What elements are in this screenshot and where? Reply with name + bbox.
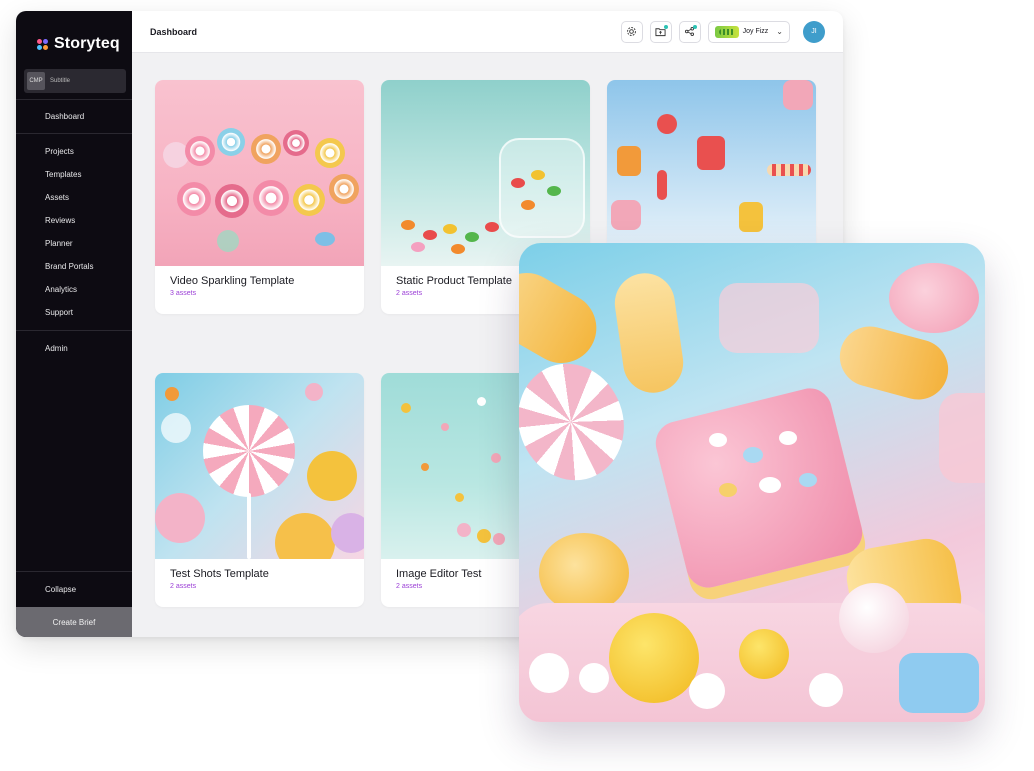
logo-text: Storyteq <box>54 35 120 52</box>
logo-mark-icon <box>37 38 48 50</box>
nav-admin: Admin <box>16 337 132 360</box>
brand-name: Joy Fizz <box>742 28 769 35</box>
workspace-label: Subtitle <box>50 78 71 84</box>
template-card[interactable]: Test Shots Template 2 assets <box>155 373 364 607</box>
hero-candy-image <box>519 243 985 722</box>
template-card[interactable]: Video Sparkling Template 3 assets <box>155 80 364 314</box>
card-asset-count: 3 assets <box>170 290 197 297</box>
nav-main: Projects Templates Assets Reviews Planne… <box>16 140 132 324</box>
sidebar-item-support[interactable]: Support <box>16 301 132 324</box>
workspace-badge: CMP <box>27 72 45 90</box>
card-thumbnail <box>155 80 364 266</box>
sidebar-item-admin[interactable]: Admin <box>16 337 132 360</box>
stage: Storyteq CMP Subtitle Dashboard Projects… <box>0 0 1034 771</box>
sidebar-item-planner[interactable]: Planner <box>16 232 132 255</box>
card-thumbnail <box>607 80 816 266</box>
sidebar-item-templates[interactable]: Templates <box>16 163 132 186</box>
divider <box>16 133 132 134</box>
divider <box>16 330 132 331</box>
sidebar-item-reviews[interactable]: Reviews <box>16 209 132 232</box>
brand-selector[interactable]: Joy Fizz ⌄ <box>707 20 790 43</box>
brand-logo-icon <box>714 25 739 38</box>
sidebar-item-brand-portals[interactable]: Brand Portals <box>16 255 132 278</box>
settings-icon <box>627 27 637 36</box>
sidebar-item-dashboard[interactable]: Dashboard <box>16 105 132 128</box>
divider <box>16 99 132 100</box>
page-title: Dashboard <box>150 26 198 37</box>
sidebar: Storyteq CMP Subtitle Dashboard Projects… <box>16 11 132 637</box>
create-brief-button[interactable]: Create Brief <box>16 607 132 637</box>
sidebar-item-analytics[interactable]: Analytics <box>16 278 132 301</box>
sidebar-item-assets[interactable]: Assets <box>16 186 132 209</box>
folder-upload-button[interactable] <box>649 20 672 43</box>
card-title: Test Shots Template <box>170 568 269 580</box>
topbar: Dashboard Joy Fizz ⌄ JI <box>132 11 843 53</box>
top-actions: Joy Fizz ⌄ JI <box>620 20 825 43</box>
notification-dot <box>692 24 697 29</box>
share-button[interactable] <box>678 20 701 43</box>
chevron-down-icon: ⌄ <box>776 27 783 36</box>
collapse-button[interactable]: Collapse <box>16 571 132 607</box>
card-thumbnail <box>155 373 364 559</box>
card-asset-count: 2 assets <box>170 583 197 590</box>
workspace-switcher[interactable]: CMP Subtitle <box>24 69 126 93</box>
sidebar-item-projects[interactable]: Projects <box>16 140 132 163</box>
card-title: Video Sparkling Template <box>170 275 295 287</box>
notification-dot <box>663 24 668 29</box>
logo[interactable]: Storyteq <box>16 11 132 59</box>
avatar[interactable]: JI <box>803 20 825 43</box>
settings-button[interactable] <box>620 20 643 43</box>
card-thumbnail <box>381 80 590 266</box>
nav-primary: Dashboard <box>16 105 132 128</box>
